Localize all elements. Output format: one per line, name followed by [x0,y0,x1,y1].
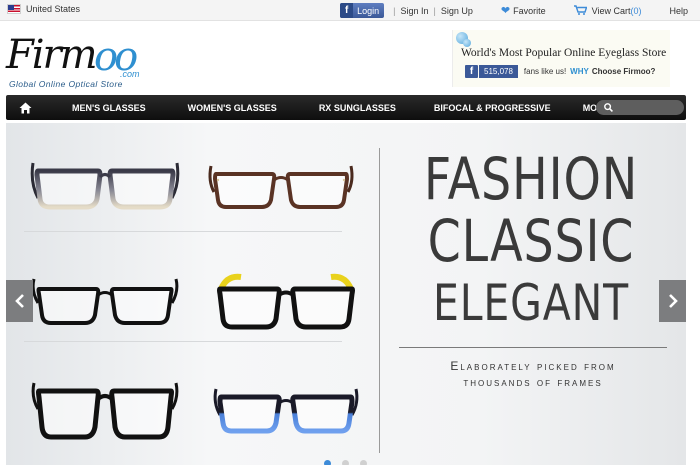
fans-text: fans like us! [523,67,567,76]
help-link[interactable]: Help [666,6,691,16]
headline-elegant: ELEGANT [433,274,629,332]
eyeglasses-image[interactable] [30,153,180,223]
eyeglasses-image[interactable] [30,375,180,445]
nav-item-mens-glasses[interactable]: MEN'S GLASSES [72,103,146,113]
headline-fashion: FASHION [423,145,639,213]
facebook-login-button[interactable]: f Login [340,3,385,18]
subline-2: thousands of frames [463,375,603,389]
cart-icon [573,5,587,15]
next-slide-button[interactable] [659,280,686,322]
slide-dot-1[interactable] [324,460,331,465]
shelf-line [24,231,342,232]
logo-domain: .com [120,69,140,79]
facebook-fan-count: 515,078 [479,65,518,78]
search-icon[interactable] [604,103,613,112]
search-input[interactable] [617,101,677,114]
sign-in-link[interactable]: Sign In [397,6,431,16]
promo-title: World's Most Popular Online Eyeglass Sto… [461,47,667,59]
account-links: f Login | Sign In | Sign Up ❤ Favorite Vi… [340,0,700,21]
main-nav: MEN'S GLASSES WOMEN'S GLASSES RX SUNGLAS… [6,95,686,120]
eyeglasses-image[interactable] [206,156,356,226]
bubble-icon [463,39,471,47]
logo-tagline: Global Online Optical Store [9,79,123,89]
previous-slide-button[interactable] [6,280,33,322]
eyeglasses-image[interactable] [211,269,361,339]
eyeglasses-image[interactable] [211,381,361,451]
home-icon [19,102,31,113]
facebook-icon: f [340,3,354,18]
view-cart-link[interactable]: View Cart(0) [571,5,645,16]
favorite-link[interactable]: ❤ Favorite [498,4,549,17]
headline-classic: CLASSIC [427,207,635,275]
cart-count: (0) [630,6,642,16]
sign-up-link[interactable]: Sign Up [438,6,476,16]
top-bar: United States f Login | Sign In | Sign U… [0,0,700,21]
choose-firmoo-link[interactable]: Choose Firmoo? [592,67,656,76]
slide-indicators [324,460,367,465]
promo-box: World's Most Popular Online Eyeglass Sto… [452,30,670,87]
slide-dot-2[interactable] [342,460,349,465]
slide-dot-3[interactable] [360,460,367,465]
hero-banner[interactable]: FASHION CLASSIC ELEGANT Elaborately pick… [6,123,686,465]
country-label: United States [26,4,81,14]
subline-1: Elaborately picked from [450,359,616,373]
country-selector[interactable]: United States [7,4,80,14]
logo-wordmark: Firm [6,32,98,78]
shelf-line [24,341,342,342]
us-flag-icon [7,4,21,14]
nav-item-rx-sunglasses[interactable]: RX SUNGLASSES [319,103,396,113]
banner-divider [379,148,380,453]
banner-rule [399,347,667,348]
home-button[interactable] [6,95,44,120]
chevron-left-icon [14,294,24,308]
facebook-icon[interactable]: f [465,65,478,78]
search-box [596,100,684,115]
nav-item-womens-glasses[interactable]: WOMEN'S GLASSES [188,103,277,113]
eyeglasses-image[interactable] [30,269,180,339]
firmoo-logo[interactable]: Firm oo .com Global Online Optical Store [6,32,166,90]
nav-item-bifocal-progressive[interactable]: BIFOCAL & PROGRESSIVE [434,103,551,113]
why-label[interactable]: WHY [570,67,589,76]
chevron-right-icon [668,294,678,308]
facebook-fans: f 515,078 fans like us! WHY Choose Firmo… [465,64,655,79]
heart-icon: ❤ [500,5,511,17]
